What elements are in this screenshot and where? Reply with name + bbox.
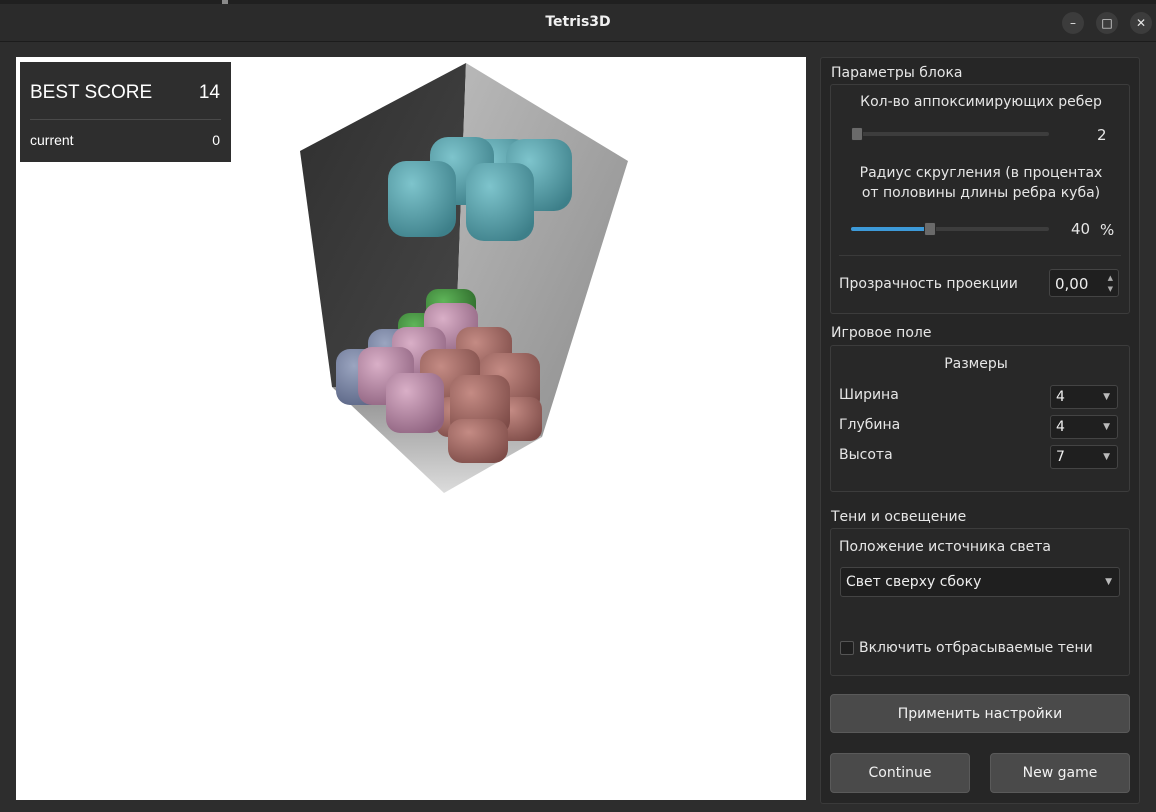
edges-slider-handle[interactable] bbox=[851, 127, 863, 141]
game-scene bbox=[300, 63, 628, 493]
field-title: Игровое поле bbox=[831, 325, 932, 341]
block-params-divider bbox=[839, 255, 1121, 256]
chevron-down-icon: ▼ bbox=[1103, 392, 1110, 402]
light-position-value: Свет сверху сбоку bbox=[846, 574, 982, 590]
chevron-down-icon: ▼ bbox=[1103, 422, 1110, 432]
best-score-value: 14 bbox=[198, 82, 220, 103]
sizes-label: Размеры bbox=[944, 356, 1008, 372]
width-value: 4 bbox=[1056, 389, 1065, 405]
light-position-label: Положение источника света bbox=[839, 539, 1051, 555]
score-panel: BEST SCORE 14 current 0 bbox=[20, 62, 231, 162]
title-bar: Tetris3D – □ ✕ bbox=[0, 4, 1156, 42]
window-title: Tetris3D bbox=[545, 14, 611, 30]
edges-label: Кол-во аппоксимирующих ребер bbox=[860, 94, 1102, 110]
score-divider bbox=[30, 119, 221, 120]
current-score-value: 0 bbox=[212, 132, 220, 148]
width-label: Ширина bbox=[839, 387, 899, 403]
height-label: Высота bbox=[839, 447, 893, 463]
block-params-title: Параметры блока bbox=[831, 65, 963, 81]
edges-slider[interactable] bbox=[851, 127, 1049, 141]
radius-label: Радиус скругления (в процентах от полови… bbox=[831, 163, 1131, 203]
continue-button[interactable]: Continue bbox=[830, 753, 970, 793]
height-value: 7 bbox=[1056, 449, 1065, 465]
spin-up-icon[interactable]: ▲ bbox=[1108, 274, 1113, 282]
minimize-button[interactable]: – bbox=[1062, 12, 1084, 34]
radius-slider-fill bbox=[851, 227, 930, 231]
depth-label: Глубина bbox=[839, 417, 901, 433]
radius-slider-handle[interactable] bbox=[924, 222, 936, 236]
depth-value: 4 bbox=[1056, 419, 1065, 435]
transparency-label: Прозрачность проекции bbox=[839, 276, 1018, 292]
lighting-title: Тени и освещение bbox=[831, 509, 967, 525]
stack-cube bbox=[448, 419, 508, 463]
depth-combo[interactable]: 4 ▼ bbox=[1050, 415, 1118, 439]
field-group: Размеры Ширина 4 ▼ Глубина 4 ▼ Высота 7 … bbox=[830, 345, 1130, 492]
lighting-group: Положение источника света Свет сверху сб… bbox=[830, 528, 1130, 676]
edges-value: 2 bbox=[1097, 126, 1107, 144]
active-cube bbox=[466, 163, 534, 241]
apply-settings-button[interactable]: Применить настройки bbox=[830, 694, 1130, 733]
shadows-label[interactable]: Включить отбрасываемые тени bbox=[859, 640, 1093, 656]
close-button[interactable]: ✕ bbox=[1130, 12, 1152, 34]
settings-panel: Параметры блока Кол-во аппоксимирующих р… bbox=[820, 57, 1140, 804]
current-score-label: current bbox=[30, 132, 74, 148]
transparency-spinbox[interactable]: 0,00 ▲ ▼ bbox=[1049, 269, 1119, 297]
stack-cube bbox=[386, 373, 444, 433]
window-body: BEST SCORE 14 current 0 Параметры блока … bbox=[0, 42, 1156, 812]
radius-label-line2: от половины длины ребра куба) bbox=[861, 185, 1101, 201]
block-params-group: Кол-во аппоксимирующих ребер 2 Радиус ск… bbox=[830, 84, 1130, 314]
active-cube bbox=[388, 161, 456, 237]
transparency-value: 0,00 bbox=[1055, 275, 1089, 293]
spin-down-icon[interactable]: ▼ bbox=[1108, 285, 1113, 293]
chevron-down-icon: ▼ bbox=[1105, 577, 1112, 587]
new-game-button[interactable]: New game bbox=[990, 753, 1130, 793]
radius-label-line1: Радиус скругления (в процентах bbox=[859, 165, 1103, 181]
radius-slider[interactable] bbox=[851, 222, 1049, 236]
chevron-down-icon: ▼ bbox=[1103, 452, 1110, 462]
game-viewport[interactable]: BEST SCORE 14 current 0 bbox=[16, 57, 806, 800]
best-score-label: BEST SCORE bbox=[30, 82, 153, 103]
maximize-button[interactable]: □ bbox=[1096, 12, 1118, 34]
radius-unit: % bbox=[1100, 221, 1115, 239]
shadows-checkbox[interactable] bbox=[840, 641, 854, 655]
light-position-combo[interactable]: Свет сверху сбоку ▼ bbox=[840, 567, 1120, 597]
height-combo[interactable]: 7 ▼ bbox=[1050, 445, 1118, 469]
radius-value: 40 bbox=[1071, 220, 1091, 238]
width-combo[interactable]: 4 ▼ bbox=[1050, 385, 1118, 409]
